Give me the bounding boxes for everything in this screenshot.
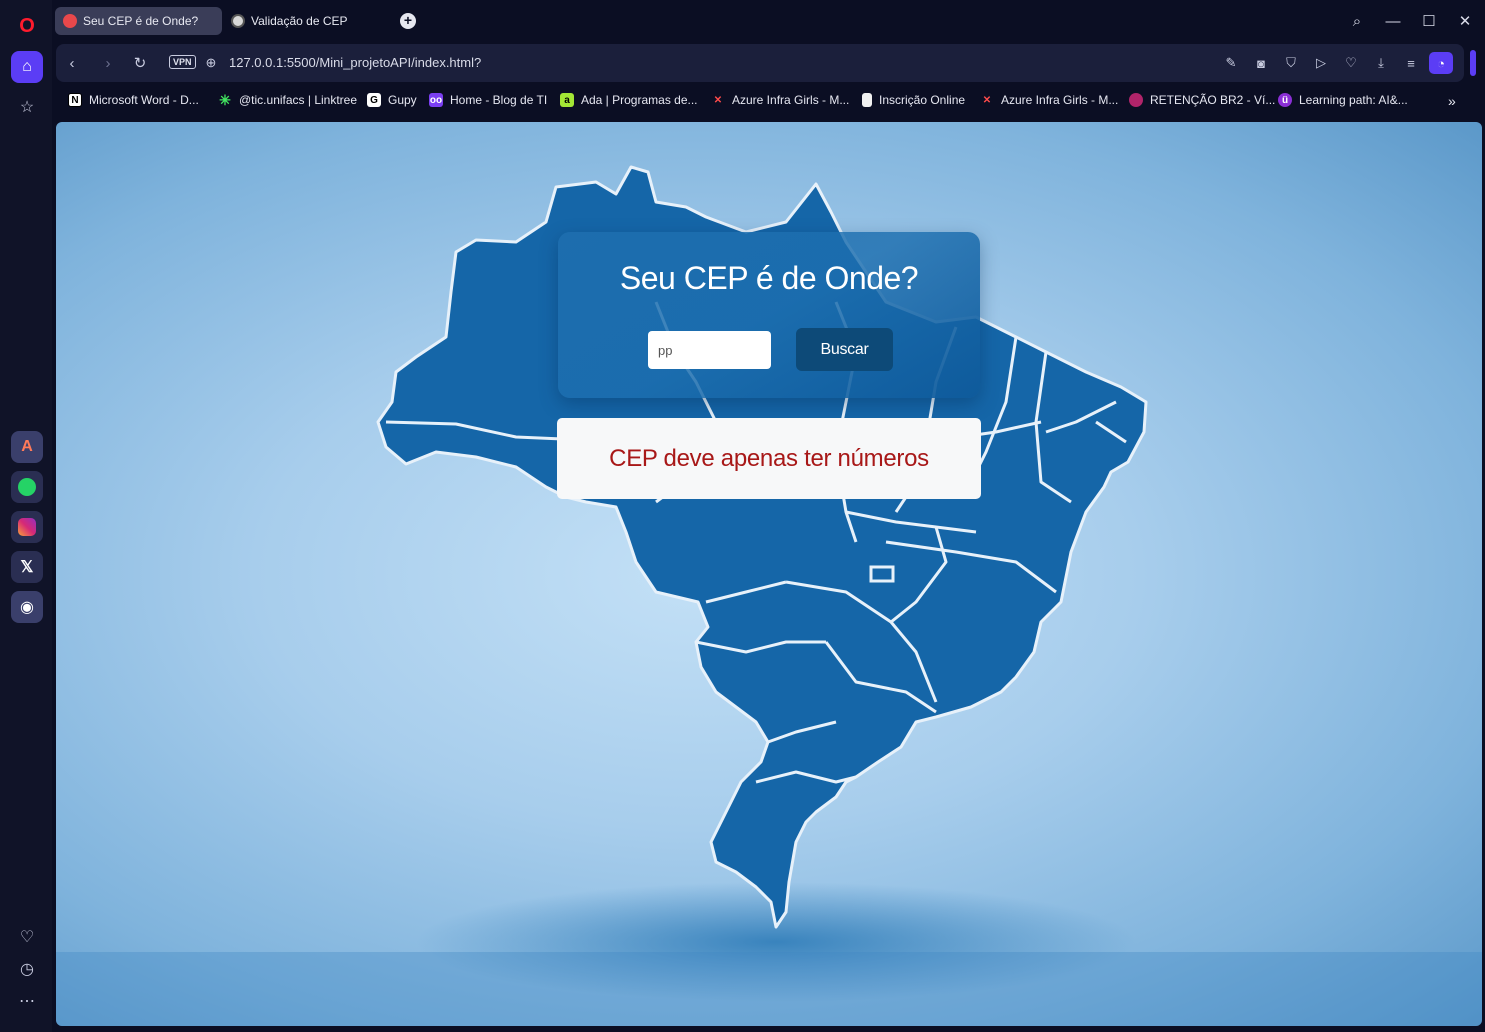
maximize-icon[interactable]: ☐ — [1416, 8, 1442, 34]
home-icon[interactable]: ⌂ — [11, 51, 43, 83]
gupy-icon: G — [367, 93, 381, 107]
heart-icon[interactable]: ♡ — [11, 921, 43, 953]
shield-icon[interactable]: ⛉ — [1282, 54, 1300, 72]
instagram-icon[interactable] — [11, 511, 43, 543]
learning-path-icon: ü — [1278, 93, 1292, 107]
bookmark-item[interactable]: Inscrição Online — [862, 93, 965, 107]
new-tab-button[interactable]: + — [395, 8, 421, 34]
error-message: CEP deve apenas ter números — [557, 418, 981, 499]
bookmark-label: Gupy — [388, 93, 417, 107]
bookmark-item[interactable]: ✕ Azure Infra Girls - M... — [980, 93, 1119, 107]
bookmark-item[interactable]: ✳ @tic.unifacs | Linktree — [218, 91, 358, 108]
opera-logo-icon[interactable]: O — [11, 10, 43, 42]
history-clock-icon[interactable]: ◷ — [11, 953, 43, 985]
plus-icon: + — [400, 13, 416, 29]
bookmarks-bar: N Microsoft Word - D... ✳ @tic.unifacs | L… — [56, 86, 1482, 118]
aria-icon[interactable]: A — [11, 431, 43, 463]
bookmark-label: Ada | Programas de... — [581, 93, 698, 107]
page-viewport: Seu CEP é de Onde? Buscar CEP deve apena… — [56, 122, 1482, 1026]
url-field[interactable]: 127.0.0.1:5500/Mini_projetoAPI/index.htm… — [229, 55, 481, 70]
linktree-icon: ✳ — [219, 91, 231, 108]
tab-bar: Seu CEP é de Onde? Validação de CEP + ⌕ … — [52, 0, 1485, 42]
star-icon[interactable]: ☆ — [11, 91, 43, 123]
blog-icon: oo — [429, 93, 443, 107]
tab-label: Validação de CEP — [251, 14, 348, 28]
bookmark-label: Azure Infra Girls - M... — [732, 93, 850, 107]
bookmark-item[interactable]: a Ada | Programas de... — [560, 93, 698, 107]
address-bar: ‹ › ↻ VPN ⊕ 127.0.0.1:5500/Mini_projetoA… — [56, 44, 1464, 82]
player-icon[interactable]: ◉ — [11, 591, 43, 623]
vpn-badge[interactable]: VPN — [169, 55, 196, 69]
bookmark-label: Microsoft Word - D... — [89, 93, 199, 107]
bookmark-label: Inscrição Online — [879, 93, 966, 107]
download-icon[interactable]: ⤓ — [1372, 54, 1390, 72]
browser-sidebar: O ⌂ ☆ A 𝕏 ◉ ♡ ◷ ⋯ — [0, 0, 52, 1032]
bookmark-label: @tic.unifacs | Linktree — [239, 93, 358, 107]
tab-label: Seu CEP é de Onde? — [83, 14, 199, 28]
bookmark-label: Home - Blog de TI — [450, 93, 548, 107]
favorite-heart-icon[interactable]: ♡ — [1342, 54, 1360, 72]
edit-icon[interactable]: ✎ — [1222, 54, 1240, 72]
chatgpt-icon — [231, 14, 245, 28]
back-icon[interactable]: ‹ — [62, 53, 82, 73]
document-icon — [862, 93, 872, 107]
close-icon[interactable]: ✕ — [1452, 8, 1478, 34]
tab-validacao-cep[interactable]: Validação de CEP — [223, 7, 393, 35]
bookmark-item[interactable]: N Microsoft Word - D... — [68, 93, 199, 107]
tab-seu-cep[interactable]: Seu CEP é de Onde? — [55, 7, 222, 35]
globe-icon[interactable]: ⊕ — [201, 53, 221, 73]
bookmark-label: Learning path: AI&... — [1299, 93, 1408, 107]
whatsapp-icon[interactable] — [11, 471, 43, 503]
retencao-icon — [1129, 93, 1143, 107]
more-icon[interactable]: ⋯ — [11, 985, 43, 1017]
azure-infra-girls-icon: ✕ — [982, 94, 992, 106]
reload-icon[interactable]: ↻ — [130, 53, 150, 73]
search-card: Seu CEP é de Onde? Buscar — [558, 232, 980, 398]
page-title: Seu CEP é de Onde? — [619, 260, 919, 296]
sidebar-accent-bar — [1470, 50, 1476, 76]
notion-icon: N — [68, 93, 82, 107]
send-icon[interactable]: ▷ — [1312, 54, 1330, 72]
minimize-icon[interactable]: — — [1380, 8, 1406, 34]
x-twitter-icon[interactable]: 𝕏 — [11, 551, 43, 583]
bookmark-label: Azure Infra Girls - M... — [1001, 93, 1119, 107]
forward-icon[interactable]: › — [98, 53, 118, 73]
map-pin-icon — [63, 14, 77, 28]
search-button[interactable]: Buscar — [796, 328, 893, 371]
bookmark-item[interactable]: RETENÇÃO BR2 - Ví... — [1129, 93, 1275, 107]
more-bookmarks-icon[interactable]: » — [1448, 93, 1456, 109]
azure-infra-girls-icon: ✕ — [713, 94, 723, 106]
easy-setup-icon[interactable]: ≡ — [1402, 54, 1420, 72]
camera-icon[interactable]: ◙ — [1252, 54, 1270, 72]
bookmark-item[interactable]: oo Home - Blog de TI — [429, 93, 547, 107]
search-tabs-icon[interactable]: ⌕ — [1344, 8, 1370, 34]
bookmark-item[interactable]: ü Learning path: AI&... — [1278, 93, 1408, 107]
cep-input[interactable] — [648, 331, 771, 369]
profile-icon[interactable]: ◔ — [1429, 52, 1453, 74]
bookmark-item[interactable]: ✕ Azure Infra Girls - M... — [711, 93, 850, 107]
ada-icon: a — [560, 93, 574, 107]
bookmark-label: RETENÇÃO BR2 - Ví... — [1150, 93, 1276, 107]
bookmark-item[interactable]: G Gupy — [367, 93, 417, 107]
